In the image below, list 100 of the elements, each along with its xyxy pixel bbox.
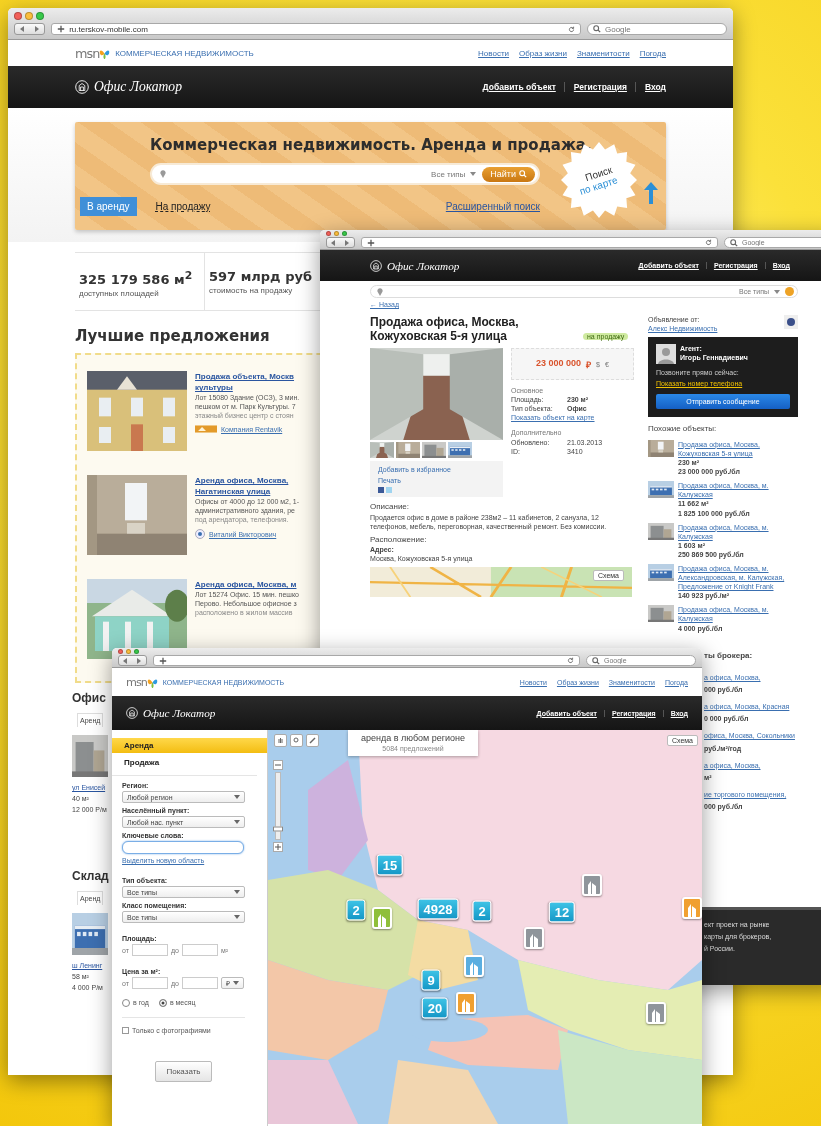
agency-logo [195,425,217,434]
listing-title[interactable]: Аренда офиса, Москва, [195,475,289,487]
advanced-search-link[interactable]: Расширенный поиск [445,201,540,212]
keyword-field[interactable] [122,841,244,854]
input-field[interactable] [131,977,168,990]
top-link[interactable]: Погода [639,48,666,58]
input-field[interactable] [181,977,218,990]
social-icon[interactable] [378,487,392,494]
caret-icon [232,981,239,986]
building-pin[interactable] [682,897,702,919]
type-select[interactable]: Все типы [431,169,477,179]
minimize-button[interactable] [25,11,33,20]
pencil-icon [309,737,316,744]
listing-title[interactable]: Нагатинская улица [195,486,271,498]
site-logo[interactable]: Офис Локатор [94,79,182,95]
plus-icon[interactable] [366,238,375,247]
tool-button[interactable] [290,734,303,747]
section-heading: Склад [72,869,109,884]
forward-button[interactable] [34,26,40,33]
deal-tab[interactable]: На продажу [148,197,218,216]
zoom-button[interactable] [36,11,44,20]
search-bar[interactable]: Google [587,23,727,36]
nav-link[interactable]: Вход [635,82,666,92]
top-link[interactable]: Образ жизни [519,48,567,58]
building-icon [587,880,597,894]
listing-title[interactable]: культуры [195,382,233,394]
zoom-button[interactable] [134,649,139,654]
zoom-out-button[interactable] [273,760,283,770]
building-pin[interactable] [524,927,544,949]
building-pin[interactable] [582,874,602,896]
building-icon [461,998,471,1012]
deal-tab[interactable]: Аренда [112,738,267,753]
building-icon [651,1008,661,1022]
listing-title[interactable]: Продажа объекта, Москв [195,371,295,383]
msn-logo[interactable]: msn [75,45,100,61]
building-pin[interactable] [456,992,476,1014]
checkbox[interactable] [122,1027,129,1035]
forward-button[interactable] [344,239,350,246]
pin-icon [377,287,383,296]
caret-icon [234,890,240,895]
similar-heading: Похожие объекты: [648,424,717,435]
zoom-in-button[interactable] [273,842,283,852]
hero-search-field[interactable]: Все типы Найти [150,163,540,185]
back-button[interactable] [331,239,337,246]
address-field[interactable]: ru.terskov-mobile.com [69,24,564,34]
reload-icon[interactable] [705,239,712,246]
search-icon [730,238,738,247]
building-pin[interactable] [646,1002,666,1024]
building-icon [687,903,697,917]
show-button[interactable]: Показать [155,1061,212,1083]
arrow-icon [644,182,658,204]
site-logo[interactable]: Офис Локатор [387,259,460,272]
radio-button[interactable] [122,998,130,1007]
plus-icon[interactable] [57,25,66,34]
back-button[interactable] [123,657,129,664]
msn-logo[interactable]: msn [126,675,147,689]
site-logo[interactable]: Офис Локатор [143,707,216,719]
avatar-icon [656,344,676,365]
stat-caption: стоимость на продажу [209,286,293,295]
search-field[interactable]: Google [605,24,721,34]
map-title: аренда в любом регионе [360,732,466,745]
back-button[interactable] [19,26,25,33]
radio-button[interactable] [158,998,167,1007]
input-field[interactable] [131,944,168,957]
minimize-button[interactable] [334,231,339,236]
tool-button[interactable] [306,734,319,747]
plus-icon [275,844,281,850]
top-link[interactable]: Новости [478,48,510,58]
broker-heading: ты брокера: [704,650,753,662]
close-button[interactable] [14,11,22,20]
caret-icon [774,289,780,294]
input-field[interactable] [181,944,218,957]
forward-button[interactable] [136,657,142,664]
deal-tab[interactable]: Продажа [112,755,267,770]
tool-button[interactable] [274,734,287,747]
stat-value: 325 179 586 м$^{2}$ [79,269,193,288]
plus-icon[interactable] [158,656,167,665]
nav-link[interactable]: Регистрация [564,82,636,92]
logo-icon [126,707,138,719]
building-pin[interactable] [464,955,484,977]
close-button[interactable] [118,649,123,654]
deal-tab[interactable]: В аренду [80,197,137,216]
caret-icon [234,795,240,799]
reload-icon[interactable] [567,657,574,664]
search-icon [592,656,600,665]
listing-title[interactable]: Аренда офиса, Москва, м [195,579,297,591]
location-heading: Расположение: [370,534,427,546]
zoom-button[interactable] [342,231,347,236]
close-button[interactable] [326,231,331,236]
address-bar[interactable]: ru.terskov-mobile.com [51,23,581,36]
nav-link[interactable]: Добавить объект [474,82,565,92]
currency-option[interactable]: ₽ [586,357,592,371]
search-button[interactable] [785,287,794,296]
zoom-thumb[interactable] [273,826,283,832]
minimize-button[interactable] [126,649,131,654]
top-link[interactable]: Знаменитости [576,48,630,58]
description-heading: Описание: [370,502,410,513]
section-heading: Офис [72,691,106,706]
reload-icon[interactable] [568,25,575,33]
building-pin[interactable] [372,907,392,929]
